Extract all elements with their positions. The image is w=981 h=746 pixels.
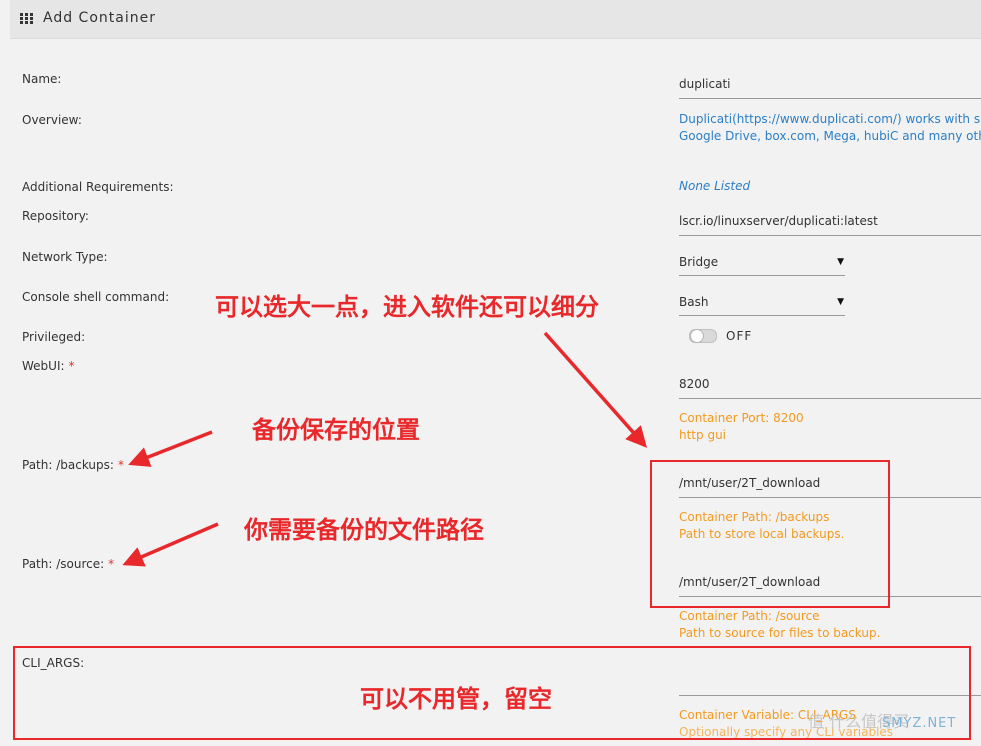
annotation-arrows — [122, 331, 647, 567]
watermark-en: SMYZ.NET — [882, 716, 957, 731]
arrow-to-backups-label — [128, 430, 213, 467]
arrow-to-paths — [543, 331, 647, 448]
arrow-to-source-label — [122, 522, 219, 567]
